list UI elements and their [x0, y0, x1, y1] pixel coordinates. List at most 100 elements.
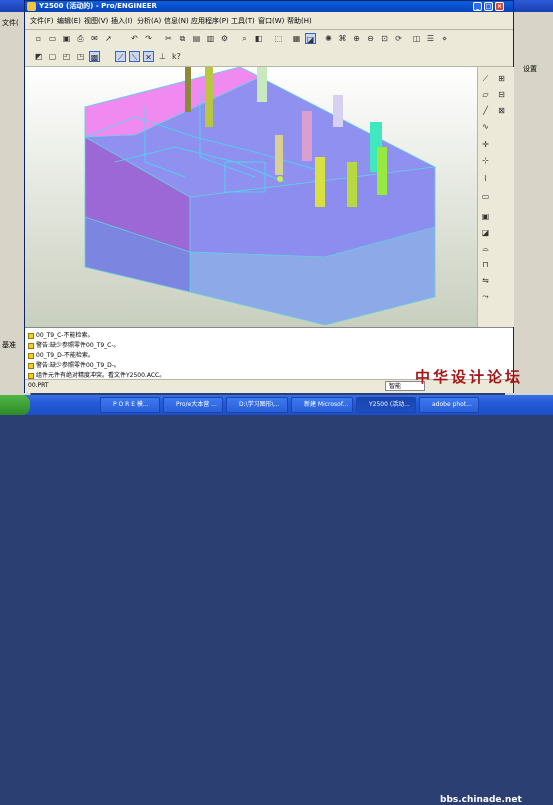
menu-view[interactable]: 视图(V) [84, 16, 108, 26]
axis-icon[interactable]: ╱ [480, 105, 491, 116]
watermark-url: bbs.chinade.net [440, 795, 522, 805]
email-icon[interactable]: ✉ [89, 33, 100, 44]
bg-right-label[interactable]: 设置 [523, 64, 537, 74]
datum-display-icon[interactable]: ⋄ [439, 33, 450, 44]
paste-special-icon[interactable]: ▥ [205, 33, 216, 44]
taskbar-item[interactable]: D:\学习图形\... [226, 397, 288, 413]
create-component-icon[interactable]: ⊠ [496, 105, 507, 116]
message-line: 组件元件有绝对精度冲突。看文件Y2500.ACC。 [28, 370, 165, 379]
mold-cavity-icon[interactable]: ▣ [480, 211, 491, 222]
taskbar-item[interactable]: 新建 Microsof... [291, 397, 353, 413]
paste-icon[interactable]: ▤ [191, 33, 202, 44]
menu-applications[interactable]: 应用程序(P) [191, 16, 229, 26]
new-file-icon[interactable]: ▫ [33, 33, 44, 44]
menu-tools[interactable]: 工具(T) [231, 16, 255, 26]
bg-left-item[interactable]: 基准 [2, 340, 16, 350]
extract-icon[interactable]: ⊓ [480, 259, 491, 270]
taskbar-item[interactable]: adobe phot... [419, 397, 479, 413]
menu-analysis[interactable]: 分析(A) [137, 16, 161, 26]
datum-planes-icon[interactable]: ⟋ [115, 51, 126, 62]
curve-icon[interactable]: ∿ [480, 121, 491, 132]
wireframe-icon[interactable]: ▦ [291, 33, 302, 44]
mold-open-icon[interactable]: ⇋ [480, 275, 491, 286]
cut-icon[interactable]: ✂ [163, 33, 174, 44]
minimize-icon[interactable]: _ [473, 2, 482, 11]
open-file-icon[interactable]: ▭ [47, 33, 58, 44]
pin-8 [377, 147, 387, 195]
view-hidden-icon[interactable]: ◰ [61, 51, 72, 62]
menu-edit[interactable]: 编辑(E) [57, 16, 81, 26]
saved-views-icon[interactable]: ◫ [411, 33, 422, 44]
context-help-icon[interactable]: k? [171, 51, 182, 62]
warning-icon [28, 342, 34, 349]
zoom-out-icon[interactable]: ⊖ [365, 33, 376, 44]
pin-4 [275, 135, 283, 175]
menu-window[interactable]: 窗口(W) [258, 16, 284, 26]
insert-component-icon[interactable]: ⊞ [496, 73, 507, 84]
view-wire-icon[interactable]: ◳ [75, 51, 86, 62]
menu-help[interactable]: 帮助(H) [287, 16, 312, 26]
bg-left-menu-label[interactable]: 文件( [2, 18, 19, 28]
taskbar-item[interactable]: Pro/e大本营 ... [163, 397, 223, 413]
pin-3 [257, 67, 267, 102]
proe-window: Y2500 (活动的) - Pro/ENGINEER _ □ × 文件(F) 编… [24, 0, 514, 393]
menu-insert[interactable]: 插入(I) [111, 16, 133, 26]
view-shade-icon[interactable]: ◩ [33, 51, 44, 62]
reorient-icon[interactable]: ⟳ [393, 33, 404, 44]
command-line: 00.PRT [28, 382, 49, 389]
sketch-icon[interactable]: ⟋ [480, 73, 491, 84]
plane-icon[interactable]: ▱ [480, 89, 491, 100]
message-text: 组件元件有绝对精度冲突。看文件Y2500.ACC。 [36, 372, 166, 379]
redo-icon[interactable]: ↷ [143, 33, 154, 44]
undo-icon[interactable]: ↶ [129, 33, 140, 44]
taskbar-item[interactable]: P O R E 模... [100, 397, 160, 413]
assembly-model [84, 67, 436, 326]
analysis-icon[interactable]: ⌇ [480, 173, 491, 184]
toolbar-main: ▫ ▭ ▣ ⎙ ✉ ➚ ↶ ↷ ✂ ⧉ ▤ ▥ ⚙ ⌕ ◧ ⬚ ▦ ◪ ✺ ⌘ … [25, 30, 513, 48]
orient-icon[interactable]: ⌘ [337, 33, 348, 44]
model-display-icon[interactable]: ▩ [89, 51, 100, 62]
send-icon[interactable]: ➚ [103, 33, 114, 44]
message-line: 00_T9_D-不能检索。 [28, 350, 94, 359]
split-icon[interactable]: ⌓ [480, 243, 491, 254]
message-text: 00_T9_D-不能检索。 [36, 352, 94, 359]
point-icon[interactable]: ✛ [480, 139, 491, 150]
datum-axes-icon[interactable]: ⟍ [129, 51, 140, 62]
taskbar-item[interactable]: Y2500 (活动... [356, 397, 416, 413]
selection-icon[interactable]: ◧ [253, 33, 264, 44]
maximize-icon[interactable]: □ [484, 2, 493, 11]
start-button[interactable] [0, 395, 30, 415]
copy-icon[interactable]: ⧉ [177, 33, 188, 44]
app-icon [27, 2, 36, 11]
datum-csys-icon[interactable]: ⊥ [157, 51, 168, 62]
menu-file[interactable]: 文件(F) [30, 16, 54, 26]
runner-icon[interactable]: ⤳ [480, 291, 491, 302]
print-icon[interactable]: ⎙ [75, 33, 86, 44]
message-line: 00_T9_C-不能检索。 [28, 330, 93, 339]
warning-icon [28, 362, 34, 369]
refit-icon[interactable]: ⊡ [379, 33, 390, 44]
zoom-in-icon[interactable]: ⊕ [351, 33, 362, 44]
csys-marker [277, 176, 283, 182]
datum-points-icon[interactable]: ✕ [143, 51, 154, 62]
close-icon[interactable]: × [495, 2, 504, 11]
view-box-icon[interactable]: ⬚ [273, 33, 284, 44]
spin-center-icon[interactable]: ✺ [323, 33, 334, 44]
model-viewport[interactable] [25, 67, 477, 327]
csys-icon[interactable]: ⊹ [480, 155, 491, 166]
taskbar: P O R E 模... Pro/e大本营 ... D:\学习图形\... 新建… [0, 395, 553, 805]
warning-icon [28, 372, 34, 379]
regenerate-icon[interactable]: ⚙ [219, 33, 230, 44]
annotation-icon[interactable]: ▭ [480, 191, 491, 202]
find-icon[interactable]: ⌕ [239, 33, 250, 44]
parting-surface-icon[interactable]: ◪ [480, 227, 491, 238]
hidden-line-icon[interactable]: ◪ [305, 33, 316, 44]
menu-info[interactable]: 信息(N) [164, 16, 189, 26]
view-no-hidden-icon[interactable]: ▢ [47, 51, 58, 62]
layers-icon[interactable]: ☰ [425, 33, 436, 44]
window-title: Y2500 (活动的) - Pro/ENGINEER [39, 2, 157, 10]
window-titlebar[interactable]: Y2500 (活动的) - Pro/ENGINEER _ □ × [25, 1, 513, 12]
assemble-icon[interactable]: ⊟ [496, 89, 507, 100]
save-icon[interactable]: ▣ [61, 33, 72, 44]
message-text: 警告:缺少参照零件00_T9_D-。 [36, 362, 120, 369]
